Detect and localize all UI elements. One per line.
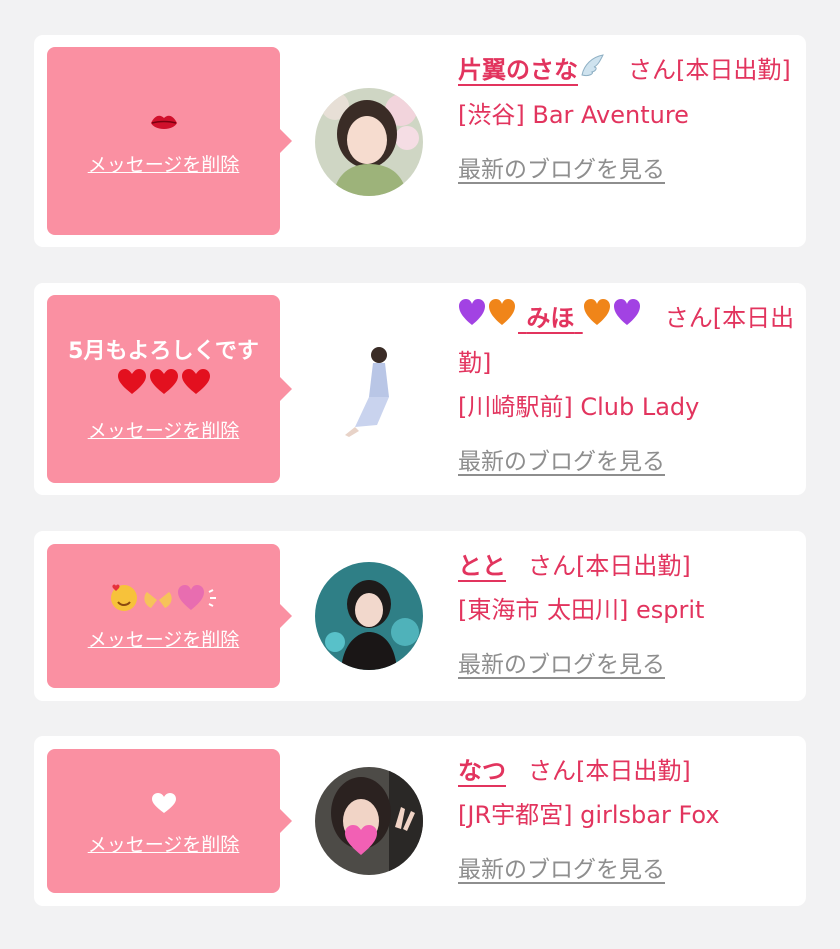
message-body: 5月もよろしくです	[68, 338, 259, 364]
cast-info: とと さん[本日出勤] [東海市 太田川] esprit 最新のブログを見る	[458, 544, 798, 687]
cast-name: みほ	[526, 304, 575, 332]
purple-orange-hearts-icon	[458, 297, 518, 341]
message-card: 5月もよろしくです メッセージを削除 みほ さん[本日出勤] [川崎駅前] Cl…	[34, 283, 806, 495]
avatar[interactable]	[315, 335, 423, 443]
cast-location: [JR宇都宮] girlsbar Fox	[458, 801, 720, 829]
latest-blog-link[interactable]: 最新のブログを見る	[458, 440, 665, 484]
cast-location: [東海市 太田川] esprit	[458, 596, 705, 624]
honorific-status: さん[本日出勤]	[528, 757, 691, 785]
orange-purple-hearts-icon	[583, 297, 643, 341]
cast-name-line: なつ さん[本日出勤]	[458, 749, 798, 793]
cast-name-line: 片翼のさな さん[本日出勤]	[458, 48, 798, 93]
cast-name-link[interactable]: 片翼のさな	[458, 54, 606, 84]
delete-message-link[interactable]: メッセージを削除	[88, 625, 240, 652]
cast-location: [川崎駅前] Club Lady	[458, 393, 700, 421]
latest-blog-link[interactable]: 最新のブログを見る	[458, 848, 665, 892]
red-heart-icon	[116, 368, 212, 406]
honorific-status: さん[本日出勤]	[628, 56, 791, 84]
message-bubble: 5月もよろしくです メッセージを削除	[47, 295, 292, 483]
avatar[interactable]	[315, 562, 423, 670]
cast-info: 片翼のさな さん[本日出勤] [渋谷] Bar Aventure 最新のブログを見…	[458, 48, 798, 192]
message-bubble: メッセージを削除	[47, 544, 292, 688]
cast-name-link[interactable]: みほ	[458, 299, 643, 332]
cast-location: [渋谷] Bar Aventure	[458, 101, 689, 129]
message-text: 5月もよろしくです	[59, 336, 268, 406]
delete-message-link[interactable]: メッセージを削除	[88, 830, 240, 857]
message-card: メッセージを削除 片翼のさな さん[本日出勤] [渋谷] Bar Aventure…	[34, 35, 806, 247]
avatar[interactable]	[315, 767, 423, 875]
message-bubble: メッセージを削除	[47, 47, 292, 235]
white-heart-icon	[151, 786, 177, 820]
latest-blog-link[interactable]: 最新のブログを見る	[458, 148, 665, 192]
message-list: メッセージを削除 片翼のさな さん[本日出勤] [渋谷] Bar Aventure…	[0, 0, 840, 949]
cast-name-line: とと さん[本日出勤]	[458, 544, 798, 588]
delete-message-link[interactable]: メッセージを削除	[88, 416, 240, 443]
cast-name-link[interactable]: なつ	[458, 757, 506, 785]
delete-message-link[interactable]: メッセージを削除	[88, 150, 240, 177]
cast-info: なつ さん[本日出勤] [JR宇都宮] girlsbar Fox 最新のブログを見…	[458, 749, 798, 892]
cast-name-link[interactable]: とと	[458, 552, 506, 580]
avatar[interactable]	[315, 88, 423, 196]
cast-info: みほ さん[本日出勤] [川崎駅前] Club Lady 最新のブログを見る	[458, 296, 798, 484]
honorific-status: さん[本日出勤]	[528, 552, 691, 580]
message-bubble: メッセージを削除	[47, 749, 292, 893]
cast-name: 片翼のさな	[458, 56, 578, 84]
lips-icon	[149, 106, 179, 140]
wing-icon	[578, 49, 606, 93]
message-card: メッセージを削除 なつ さん[本日出勤] [JR宇都宮] girlsbar Fox…	[34, 736, 806, 906]
smiling-face-hearts-hands-icon	[109, 581, 219, 615]
cast-name-line: みほ さん[本日出勤]	[458, 296, 798, 385]
message-card: メッセージを削除 とと さん[本日出勤] [東海市 太田川] esprit 最新の…	[34, 531, 806, 701]
latest-blog-link[interactable]: 最新のブログを見る	[458, 643, 665, 687]
